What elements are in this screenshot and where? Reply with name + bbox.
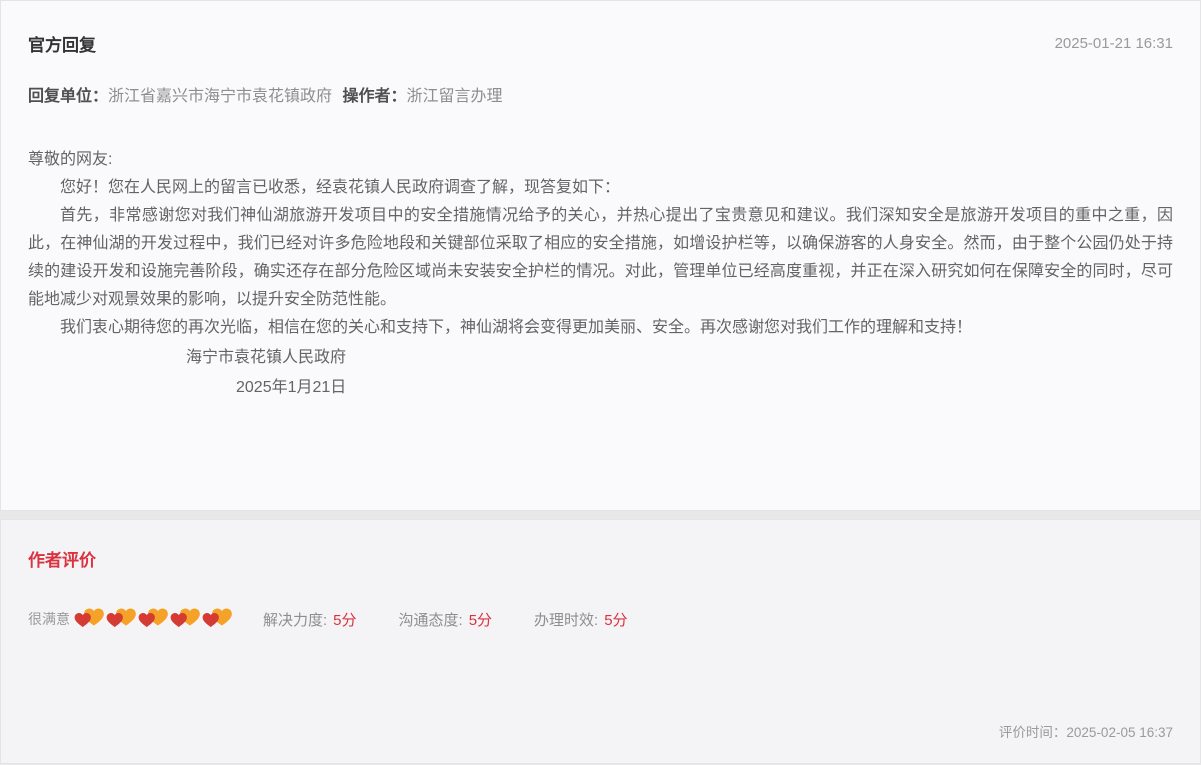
reply-unit-value: 浙江省嘉兴市海宁市袁花镇政府	[108, 88, 332, 105]
rating-resolution-label: 解决力度:	[263, 612, 327, 629]
reply-title: 官方回复	[28, 31, 96, 56]
evaluation-title: 作者评价	[28, 520, 1173, 571]
reply-body: 尊敬的网友: 您好！您在人民网上的留言已收悉，经袁花镇人民政府调查了解，现答复如…	[28, 146, 1173, 402]
double-heart-icon	[105, 605, 137, 633]
evaluation-time: 评价时间：2025-02-05 16:37	[999, 721, 1173, 763]
double-heart-icon	[73, 605, 105, 633]
reply-unit-label: 回复单位：	[28, 88, 108, 105]
double-heart-icon	[201, 605, 233, 633]
reply-meta: 回复单位：浙江省嘉兴市海宁市袁花镇政府 操作者：浙江留言办理	[28, 82, 1173, 106]
signature-name: 海宁市袁花镇人民政府	[28, 344, 1173, 372]
reply-header: 官方回复 2025-01-21 16:31	[28, 1, 1173, 56]
official-reply-card: 官方回复 2025-01-21 16:31 回复单位：浙江省嘉兴市海宁市袁花镇政…	[0, 0, 1201, 511]
satisfaction-label: 很满意	[28, 609, 70, 629]
double-heart-icon	[137, 605, 169, 633]
rating-communication: 沟通态度: 5分	[399, 609, 493, 630]
rating-timeliness-value: 5分	[604, 612, 627, 629]
reply-paragraph-3: 我们衷心期待您的再次光临，相信在您的关心和支持下，神仙湖将会变得更加美丽、安全。…	[28, 314, 1173, 342]
reply-timestamp: 2025-01-21 16:31	[1055, 35, 1173, 52]
author-evaluation-card: 作者评价 很满意	[0, 519, 1201, 764]
operator-label: 操作者：	[342, 88, 406, 105]
reply-paragraph-2: 首先，非常感谢您对我们神仙湖旅游开发项目中的安全措施情况给予的关心，并热心提出了…	[28, 202, 1173, 314]
rating-timeliness: 办理时效: 5分	[534, 609, 628, 630]
signature-date: 2025年1月21日	[28, 374, 1173, 402]
rating-communication-label: 沟通态度:	[399, 612, 463, 629]
reply-paragraph-1: 您好！您在人民网上的留言已收悉，经袁花镇人民政府调查了解，现答复如下：	[28, 174, 1173, 202]
rating-resolution: 解决力度: 5分	[263, 609, 357, 630]
operator-value: 浙江留言办理	[407, 88, 503, 105]
hearts-rating	[73, 605, 233, 633]
evaluation-time-value: 2025-02-05 16:37	[1066, 725, 1173, 740]
rating-items: 解决力度: 5分 沟通态度: 5分 办理时效: 5分	[263, 609, 670, 630]
rating-communication-value: 5分	[469, 612, 492, 629]
double-heart-icon	[169, 605, 201, 633]
rating-row: 很满意	[28, 605, 1173, 633]
salutation: 尊敬的网友:	[28, 146, 1173, 174]
evaluation-time-label: 评价时间：	[999, 725, 1067, 740]
rating-resolution-value: 5分	[333, 612, 356, 629]
rating-timeliness-label: 办理时效:	[534, 612, 598, 629]
